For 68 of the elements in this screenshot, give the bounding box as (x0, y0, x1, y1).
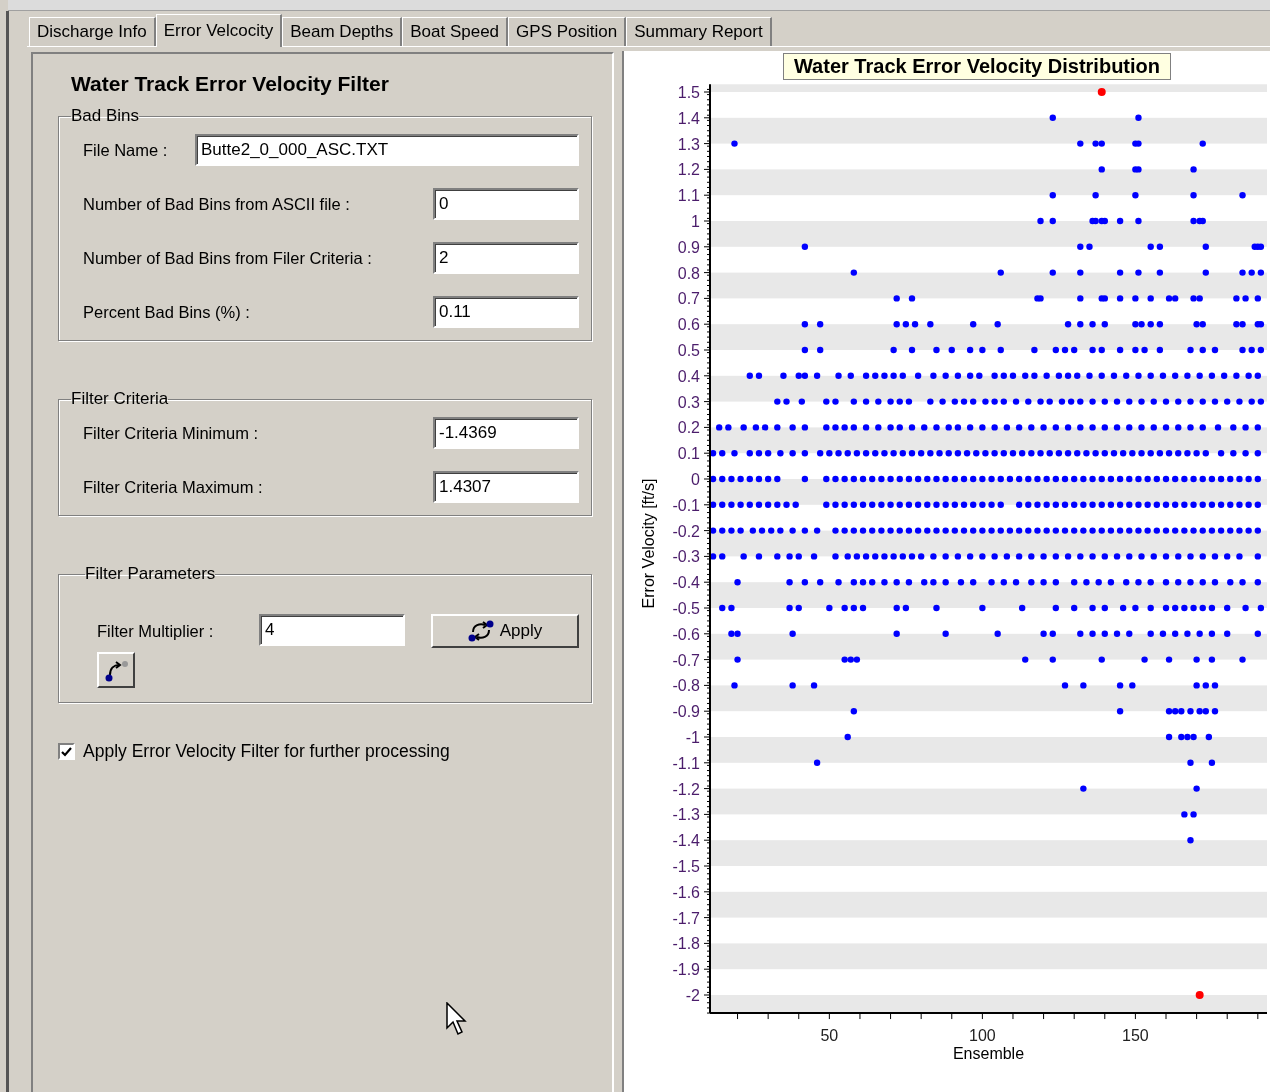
field-label: Filter Criteria Maximum : (83, 477, 263, 497)
y-tick-label: -1.5 (672, 858, 700, 875)
x-tick-label: 150 (1122, 1027, 1149, 1045)
y-tick-label: -1.4 (672, 832, 700, 850)
y-axis-label: Error Velocity [ft/s] (640, 478, 657, 609)
y-tick-label: -0.9 (672, 703, 700, 721)
y-tick-label: -1.9 (672, 961, 700, 979)
input-field[interactable]: 0.11 (433, 296, 579, 328)
y-tick-label: -0.4 (672, 574, 700, 592)
x-tick-label: 50 (820, 1027, 839, 1045)
checkbox-label: Apply Error Velocity Filter for further processing (83, 741, 450, 762)
input-field[interactable]: 2 (433, 242, 579, 274)
group-title: Filter Criteria (71, 389, 169, 409)
y-tick-label: 0.9 (677, 238, 700, 256)
apply-button[interactable]: Apply (431, 614, 579, 648)
y-tick-label: -1 (685, 729, 700, 746)
x-tick-label: 100 (969, 1027, 996, 1045)
field-label: Filter Multiplier : (97, 621, 214, 641)
y-tick-label: 1 (691, 213, 700, 230)
y-tick-label: -1.3 (672, 806, 700, 824)
y-tick-label: -0.1 (672, 496, 700, 514)
chart-title: Water Track Error Velocity Distribution (783, 53, 1171, 80)
input-field[interactable]: Butte2_0_000_ASC.TXT (195, 134, 579, 166)
y-tick-label: -1.6 (672, 883, 700, 901)
y-tick-label: -0.6 (672, 625, 700, 643)
y-tick-label: 0.1 (677, 445, 700, 463)
input-field[interactable]: 1.4307 (433, 471, 579, 503)
y-tick-label: 0.4 (677, 367, 700, 385)
input-field[interactable]: 4 (259, 614, 405, 646)
y-tick-label: -0.2 (672, 522, 700, 540)
tab[interactable]: Summary Report (626, 17, 772, 46)
y-tick-label: 0 (691, 471, 700, 488)
y-tick-label: 0.3 (677, 393, 700, 411)
tab[interactable]: GPS Position (508, 17, 627, 46)
panel-title: Water Track Error Velocity Filter (71, 72, 390, 96)
y-tick-label: -2 (685, 987, 700, 1004)
y-tick-label: 0.2 (677, 419, 700, 437)
y-tick-label: -0.8 (672, 677, 700, 695)
field-label: Filter Criteria Minimum : (83, 423, 259, 443)
y-tick-label: 0.8 (677, 264, 700, 282)
y-tick-label: 0.5 (677, 342, 700, 359)
field-label: Number of Bad Bins from ASCII file : (83, 194, 350, 214)
tab[interactable]: Discharge Info (29, 17, 156, 46)
y-tick-label: 0.6 (677, 316, 700, 334)
y-tick-label: 1.1 (677, 187, 700, 205)
y-tick-label: -1.1 (672, 754, 700, 772)
y-tick-label: 1.4 (677, 109, 700, 127)
field-label: File Name : (83, 140, 168, 160)
tab[interactable]: Error Velcocity (155, 14, 283, 47)
y-tick-label: -1.2 (672, 780, 700, 798)
y-tick-label: -0.5 (672, 600, 700, 617)
group-title: Bad Bins (71, 106, 140, 126)
y-tick-label: -1.7 (672, 909, 700, 927)
y-tick-label: 0.7 (677, 290, 700, 308)
tab[interactable]: Beam Depths (282, 17, 403, 46)
field-label: Percent Bad Bins (%) : (83, 302, 250, 322)
y-tick-label: 1.3 (677, 135, 700, 153)
input-field[interactable]: 0 (433, 188, 579, 220)
group-title: Filter Parameters (85, 564, 216, 584)
y-tick-label: -0.7 (672, 651, 700, 669)
field-label: Number of Bad Bins from Filer Criteria : (83, 248, 372, 268)
y-tick-label: 1.5 (677, 84, 700, 101)
x-axis-label: Ensemble (952, 1045, 1025, 1063)
y-tick-label: 1.2 (677, 161, 700, 179)
input-field[interactable]: -1.4369 (433, 417, 579, 449)
y-tick-label: -0.3 (672, 548, 700, 566)
tab[interactable]: Boat Speed (402, 17, 509, 46)
y-tick-label: -1.8 (672, 935, 700, 953)
